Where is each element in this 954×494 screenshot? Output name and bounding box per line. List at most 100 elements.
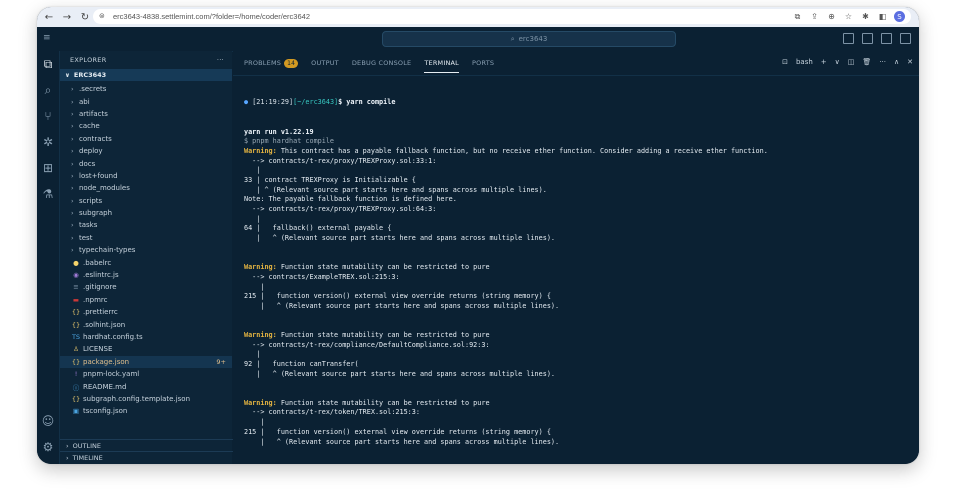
file-tree-item[interactable]: › subgraph <box>60 207 232 219</box>
command-center-search[interactable]: ⌕ erc3643 <box>382 31 676 47</box>
terminal-shell-name[interactable]: bash <box>796 58 813 66</box>
zoom-icon[interactable]: ⊕ <box>826 11 837 22</box>
share-icon[interactable]: ⇪ <box>809 11 820 22</box>
terminal-line-text: | <box>244 214 261 223</box>
open-in-app-icon[interactable]: ⧉ <box>792 11 803 22</box>
terminal-line: | ^ (Relevant source part starts here an… <box>244 438 914 448</box>
bookmark-star-icon[interactable]: ☆ <box>843 11 854 22</box>
file-tree-item[interactable]: ▬ .npmrc <box>60 294 232 306</box>
back-icon[interactable]: ← <box>41 9 57 25</box>
terminal-line-text: | ^ (Relevant source part starts here an… <box>244 234 555 243</box>
terminal-line: Warning: Function state mutability can b… <box>244 331 914 341</box>
more-actions-icon[interactable]: ··· <box>879 58 886 66</box>
terminal-icon: ⊡ <box>782 58 788 66</box>
file-tree-item[interactable]: ⓘ README.md <box>60 380 232 392</box>
explorer-icon[interactable]: ⧉ <box>37 51 59 77</box>
tab-ports[interactable]: PORTS <box>472 51 494 75</box>
split-terminal-icon[interactable]: ◫ <box>848 58 855 66</box>
file-tree-item[interactable]: {} package.json 9+ <box>60 355 232 368</box>
forward-icon[interactable]: → <box>59 9 75 25</box>
file-tree-item[interactable]: › scripts <box>60 195 232 207</box>
run-debug-icon[interactable]: ✲ <box>37 129 59 155</box>
file-tree-item[interactable]: ◉ .eslintrc.js <box>60 269 232 281</box>
file-tree-item[interactable]: › test <box>60 232 232 244</box>
extensions-icon[interactable]: ✱ <box>860 11 871 22</box>
maximize-panel-icon[interactable]: ∧ <box>894 58 899 66</box>
sidepanel-icon[interactable]: ◧ <box>877 11 888 22</box>
chevron-right-icon: › <box>66 454 69 462</box>
file-tree-item[interactable]: › tasks <box>60 219 232 231</box>
menu-icon[interactable]: ≡ <box>43 33 51 43</box>
panel-toolbar: ⊡ bash + ∨ ◫ 🗑 ··· ∧ ✕ <box>782 58 913 66</box>
site-info-icon[interactable]: ⊜ <box>99 12 108 21</box>
file-tree-item[interactable]: › contracts <box>60 133 232 145</box>
terminal-line-text: 92 | function canTransfer( <box>244 360 359 368</box>
file-tree-item[interactable]: ▣ tsconfig.json <box>60 405 232 417</box>
toggle-sidebar-icon[interactable] <box>843 33 854 44</box>
warning-label: Warning: <box>244 330 277 339</box>
info-icon: ⓘ <box>72 383 80 392</box>
file-tree-item[interactable]: ≡ .gitignore <box>60 281 232 293</box>
trash-icon[interactable]: 🗑 <box>862 58 871 66</box>
file-tree-item[interactable]: {} .solhint.json <box>60 318 232 330</box>
terminal-line: --> contracts/t-rex/proxy/TREXProxy.sol:… <box>244 157 914 167</box>
customize-layout-icon[interactable] <box>900 33 911 44</box>
file-tree-item[interactable]: › cache <box>60 120 232 132</box>
file-tree-item[interactable]: › abi <box>60 95 232 107</box>
file-tree-item[interactable]: TS hardhat.config.ts <box>60 331 232 343</box>
settings-gear-icon[interactable]: ⚙ <box>37 434 59 460</box>
terminal-line: --> contracts/t-rex/proxy/TREXProxy.sol:… <box>244 205 914 215</box>
workspace-root[interactable]: ∨ ERC3643 <box>60 69 232 81</box>
file-tree-item[interactable]: › .secrets <box>60 83 232 95</box>
terminal-line-text: | <box>244 282 265 291</box>
file-tree-item-label: tasks <box>79 221 98 230</box>
warning-label: Warning: <box>244 146 277 155</box>
file-tree-item[interactable]: ● .babelrc <box>60 256 232 268</box>
terminal-line: --> contracts/ExampleTREX.sol:215:3: <box>244 273 914 283</box>
json-icon: {} <box>71 394 81 403</box>
chevron-right-icon: › <box>71 209 74 218</box>
file-tree-item[interactable]: › node_modules <box>60 182 232 194</box>
profile-avatar[interactable]: S <box>894 11 905 22</box>
file-tree-item[interactable]: › typechain-types <box>60 244 232 256</box>
tab-output[interactable]: OUTPUT <box>311 51 339 75</box>
file-tree-item[interactable]: › docs <box>60 157 232 169</box>
file-tree-item[interactable]: ♙ LICENSE <box>60 343 232 355</box>
toggle-secondary-sidebar-icon[interactable] <box>881 33 892 44</box>
toggle-panel-icon[interactable] <box>862 33 873 44</box>
file-tree-item[interactable]: › lost+found <box>60 170 232 182</box>
file-tree-item-label: lost+found <box>79 171 118 180</box>
file-tree-item[interactable]: › deploy <box>60 145 232 157</box>
tab-debug-console[interactable]: DEBUG CONSOLE <box>352 51 412 75</box>
more-actions-icon[interactable]: ··· <box>217 56 224 64</box>
extensions-icon[interactable]: ⊞ <box>37 155 59 181</box>
close-panel-icon[interactable]: ✕ <box>907 58 913 66</box>
problems-count-badge: 14 <box>284 58 299 68</box>
terminal-line-text: 215 | function version() external view o… <box>244 427 551 436</box>
source-control-icon[interactable]: ⑂ <box>37 103 59 129</box>
accounts-icon[interactable]: ☺ <box>37 408 59 434</box>
file-tree-item[interactable]: {} .prettierrc <box>60 306 232 318</box>
new-terminal-icon[interactable]: + <box>821 58 827 66</box>
terminal-prompt-line: ● [21:19:29][~/erc3643]$ yarn compile <box>244 98 914 108</box>
address-bar[interactable]: ⊜ erc3643-4838.settlemint.com/?folder=/h… <box>93 9 911 24</box>
reload-icon[interactable]: ↻ <box>77 9 93 25</box>
file-tree-item[interactable]: ! pnpm-lock.yaml <box>60 368 232 380</box>
timeline-section[interactable]: › TIMELINE <box>60 451 238 464</box>
file-tree-item-label: hardhat.config.ts <box>83 333 143 341</box>
tab-terminal[interactable]: TERMINAL <box>424 51 459 75</box>
file-tree-item-label: test <box>79 233 93 242</box>
chevron-down-icon[interactable]: ∨ <box>835 58 840 66</box>
file-tree-item[interactable]: › artifacts <box>60 108 232 120</box>
chevron-right-icon: › <box>71 109 74 118</box>
tab-problems[interactable]: PROBLEMS 14 <box>244 51 299 75</box>
file-tree-item[interactable]: {} subgraph.config.template.json <box>60 393 232 405</box>
terminal-line-text: 215 | function version() external view o… <box>244 292 551 301</box>
eslint-icon: ◉ <box>73 271 79 280</box>
search-icon[interactable]: ⌕ <box>37 77 59 103</box>
terminal-output[interactable]: ● [21:19:29][~/erc3643]$ yarn compile ya… <box>244 79 914 464</box>
testing-icon[interactable]: ⚗ <box>37 181 59 207</box>
terminal-line: Warning: Function state mutability can b… <box>244 399 914 409</box>
